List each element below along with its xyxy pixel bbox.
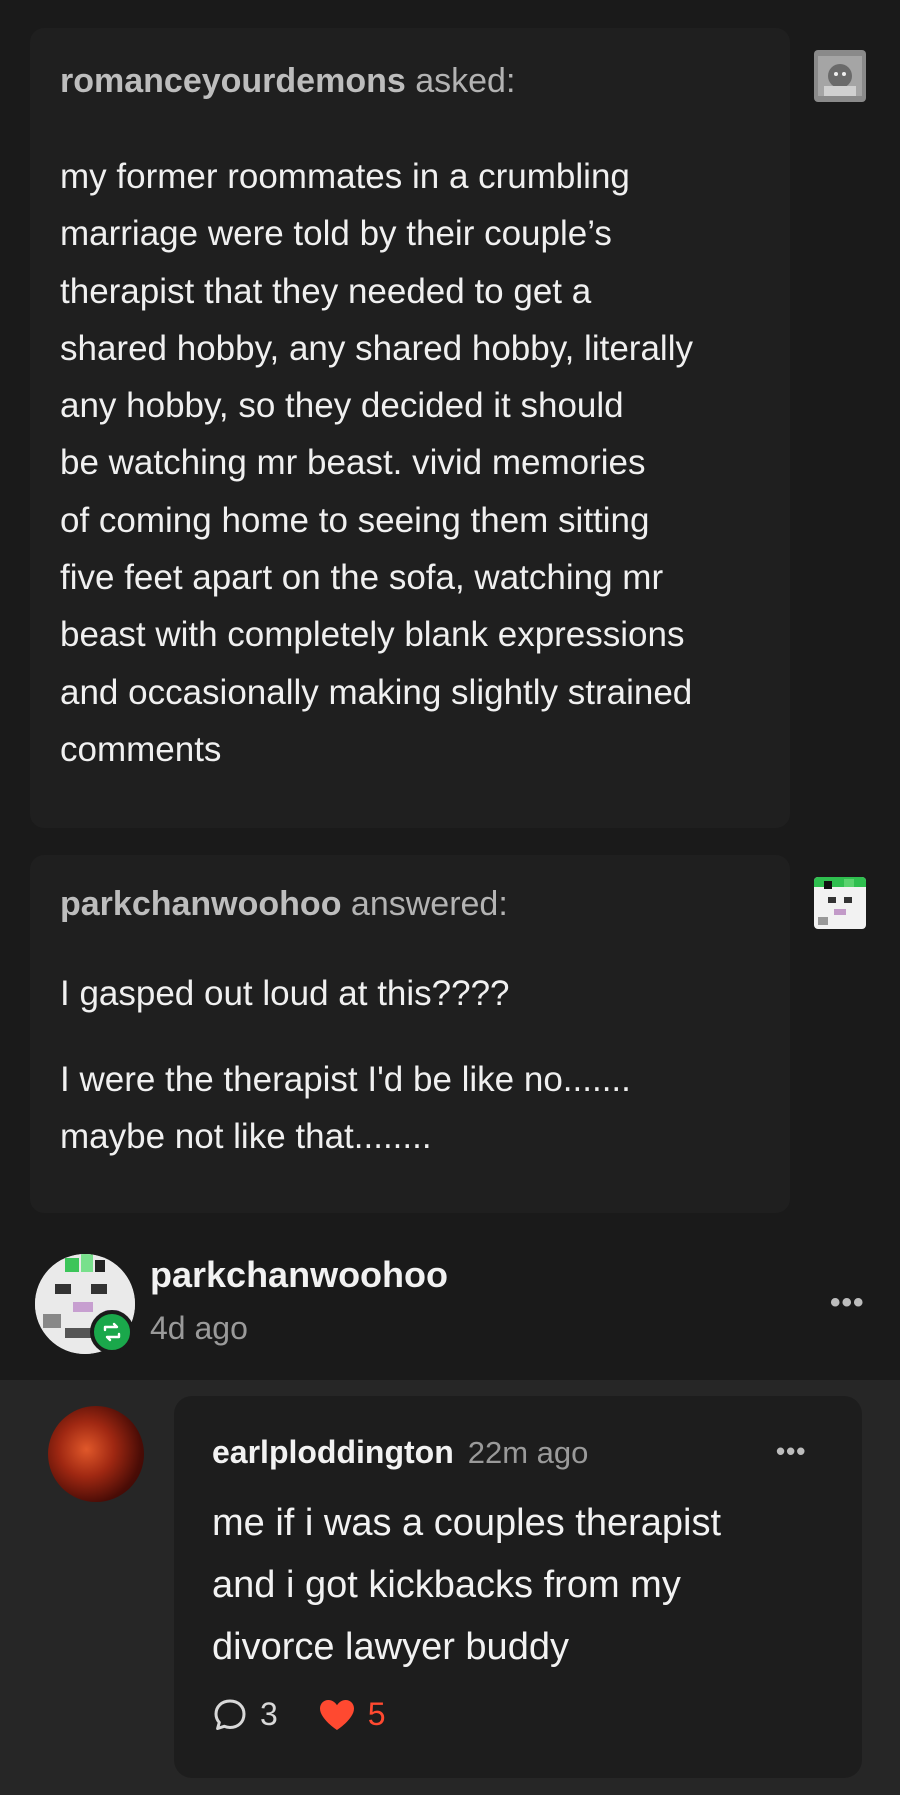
reblog-timestamp: 4d ago <box>150 1310 248 1346</box>
asker-avatar[interactable] <box>814 50 866 102</box>
answer-paragraph: I were the therapist I'd be like no.....… <box>60 1051 760 1166</box>
answer-paragraph: I gasped out loud at this???? <box>60 974 510 1013</box>
heart-icon <box>319 1699 354 1730</box>
ask-line: therapist that they needed to get a <box>60 271 592 311</box>
ask-line: marriage were told by their couple’s <box>60 214 612 254</box>
comment-more-options-icon[interactable]: ••• <box>776 1436 806 1467</box>
ask-line: beast with completely blank expressions <box>60 615 685 655</box>
ask-card: romanceyourdemons asked: my former roomm… <box>30 28 866 828</box>
answerer-avatar[interactable] <box>814 877 866 929</box>
comment-card: earlploddington 22m ago ••• me if i was a… <box>174 1396 862 1778</box>
ask-line: any hobby, so they decided it should <box>60 386 624 426</box>
reply-button[interactable]: 3 <box>212 1696 278 1733</box>
ask-line: five feet apart on the sofa, watching mr <box>60 558 664 598</box>
answer-header: parkchanwoohoo answered: <box>60 885 508 924</box>
reblog-icon <box>103 1322 121 1342</box>
like-button[interactable]: 5 <box>318 1696 386 1733</box>
ask-line: of coming home to seeing them sitting <box>60 500 650 540</box>
comment-line: divorce lawyer buddy <box>212 1626 569 1668</box>
comment-header: earlploddington 22m ago <box>212 1434 588 1471</box>
notes-section: earlploddington 22m ago ••• me if i was a… <box>0 1380 900 1795</box>
answerer-username[interactable]: parkchanwoohoo <box>60 885 341 923</box>
like-count: 5 <box>367 1696 386 1732</box>
reply-count: 3 <box>260 1696 278 1732</box>
more-options-icon[interactable]: ••• <box>830 1286 865 1320</box>
commenter-avatar[interactable] <box>48 1406 144 1502</box>
ask-header: romanceyourdemons asked: <box>60 62 515 101</box>
ask-line: and occasionally making slightly straine… <box>60 672 693 712</box>
ask-line: my former roommates in a crumbling <box>60 157 630 196</box>
comment-line: and i got kickbacks from my <box>212 1564 681 1606</box>
ask-body: my former roommates in a crumbling marri… <box>60 148 760 778</box>
comment-body: me if i was a couples therapist and i go… <box>212 1492 832 1678</box>
reblog-badge <box>90 1310 134 1354</box>
ask-line: comments <box>60 729 222 769</box>
reblogger-username[interactable]: parkchanwoohoo <box>150 1254 448 1296</box>
comment-bubble-icon <box>214 1699 246 1730</box>
ask-line: shared hobby, any shared hobby, literall… <box>60 328 693 368</box>
answer-card: parkchanwoohoo answered: I gasped out lo… <box>30 855 866 1213</box>
answered-label: answered: <box>350 885 508 923</box>
comment-line: me if i was a couples therapist <box>212 1502 722 1544</box>
answer-line: I were the therapist I'd be like no.....… <box>60 1060 631 1099</box>
comment-stats: 3 5 <box>212 1696 426 1733</box>
comment-timestamp: 22m ago <box>467 1435 589 1470</box>
reblog-row: parkchanwoohoo 4d ago ••• <box>0 1240 900 1380</box>
commenter-username[interactable]: earlploddington <box>212 1434 454 1470</box>
ask-line: be watching mr beast. vivid memories <box>60 443 646 483</box>
asked-label: asked: <box>415 62 516 100</box>
asker-username[interactable]: romanceyourdemons <box>60 62 406 100</box>
answer-line: maybe not like that........ <box>60 1117 432 1157</box>
